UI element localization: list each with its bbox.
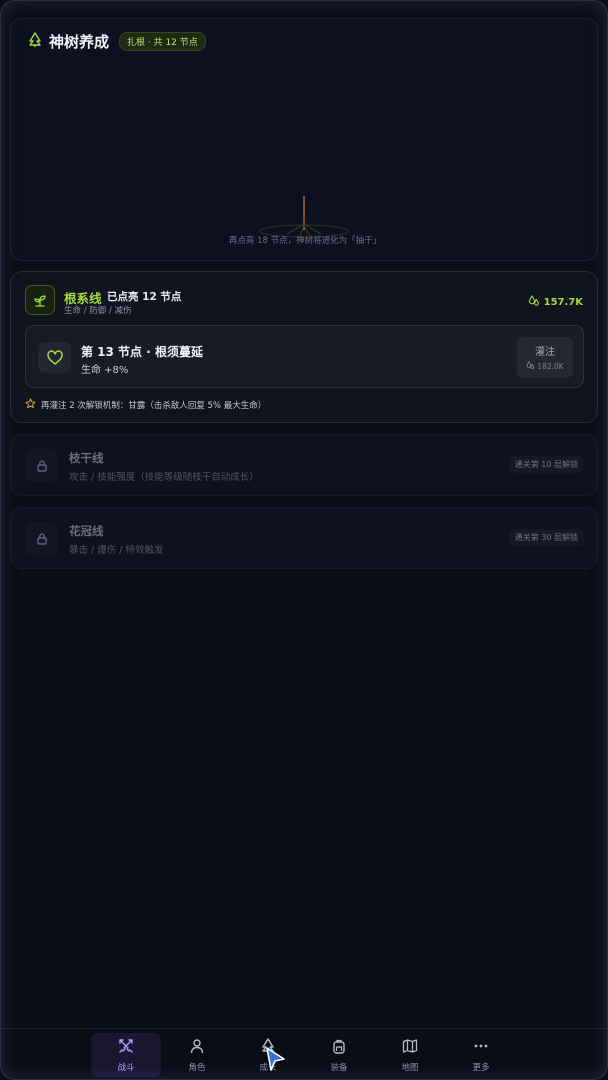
user-icon (189, 1038, 205, 1058)
nav-item-equipment[interactable]: 装备 (304, 1033, 374, 1077)
branch-line-requirement: 通关第 10 层解锁 (508, 456, 584, 473)
pour-cost: 182.0K (526, 360, 564, 372)
crossed-swords-icon (118, 1038, 134, 1058)
branch-line-card[interactable]: 枝干线 攻击 / 技能强度（技能等级随枝干自动成长） 通关第 10 层解锁 (10, 434, 598, 496)
nav-label-character: 角色 (188, 1062, 206, 1073)
node-title: 第 13 节点 · 根须蔓延 (81, 345, 203, 359)
water-resource: 157.7K (528, 294, 583, 310)
page-header: 神树养成 扎根 · 共 12 节点 (27, 31, 206, 52)
nav-label-equipment: 装备 (330, 1062, 348, 1073)
droplets-icon (528, 294, 540, 310)
current-node-card: 第 13 节点 · 根须蔓延 生命 +8% 灌注 182.0K (25, 325, 584, 388)
nav-item-more[interactable]: 更多 (446, 1033, 516, 1077)
crown-line-requirement: 通关第 30 层解锁 (508, 529, 584, 546)
crown-line-attributes: 暴击 / 爆伤 / 特效触发 (69, 545, 164, 556)
mechanic-unlock-hint: 再灌注 2 次解锁机制：甘露（击杀敌人回复 5% 最大生命） (25, 398, 266, 412)
tree-panel: 神树养成 扎根 · 共 12 节点 再点亮 18 节点，神树将进化为「抽干」 (10, 18, 598, 261)
pour-button[interactable]: 灌注 182.0K (517, 337, 573, 378)
stage-badge: 扎根 · 共 12 节点 (119, 32, 206, 51)
root-line-lit-count: 已点亮 12 节点 (107, 291, 182, 303)
heart-icon (38, 342, 71, 373)
root-line-card: 根系线 已点亮 12 节点 生命 / 防御 / 减伤 157.7K 第 13 节… (10, 271, 598, 423)
nav-item-battle[interactable]: 战斗 (91, 1033, 161, 1077)
crown-line-name: 花冠线 (69, 524, 104, 538)
pour-button-label: 灌注 (535, 347, 555, 358)
bottom-nav: 战斗 角色 成长 装备 地图 更多 (0, 1028, 608, 1080)
nav-label-battle: 战斗 (117, 1062, 135, 1073)
nav-item-character[interactable]: 角色 (162, 1033, 232, 1077)
evolve-hint: 再点亮 18 节点，神树将进化为「抽干」 (228, 236, 382, 246)
page-title: 神树养成 (49, 33, 110, 51)
more-icon (473, 1038, 489, 1058)
lock-icon (25, 522, 58, 555)
branch-line-name: 枝干线 (69, 451, 104, 465)
map-icon (402, 1038, 418, 1058)
tree-icon (27, 31, 43, 52)
sprout-icon (25, 285, 55, 315)
resource-amount: 157.7K (543, 297, 583, 308)
node-effect: 生命 +8% (81, 365, 129, 376)
nav-item-map[interactable]: 地图 (375, 1033, 445, 1077)
unlock-hint-text: 再灌注 2 次解锁机制：甘露（击杀敌人回复 5% 最大生命） (41, 401, 267, 411)
pour-cost-value: 182.0K (537, 362, 564, 371)
backpack-icon (331, 1038, 347, 1058)
star-icon (25, 398, 36, 412)
nav-label-map: 地图 (401, 1062, 419, 1073)
droplets-icon (526, 360, 535, 372)
mouse-cursor-icon (263, 1046, 287, 1076)
root-line-attributes: 生命 / 防御 / 减伤 (64, 306, 132, 316)
nav-label-more: 更多 (472, 1062, 490, 1073)
lock-icon (25, 449, 58, 482)
branch-line-attributes: 攻击 / 技能强度（技能等级随枝干自动成长） (69, 472, 259, 483)
crown-line-card[interactable]: 花冠线 暴击 / 爆伤 / 特效触发 通关第 30 层解锁 (10, 507, 598, 569)
